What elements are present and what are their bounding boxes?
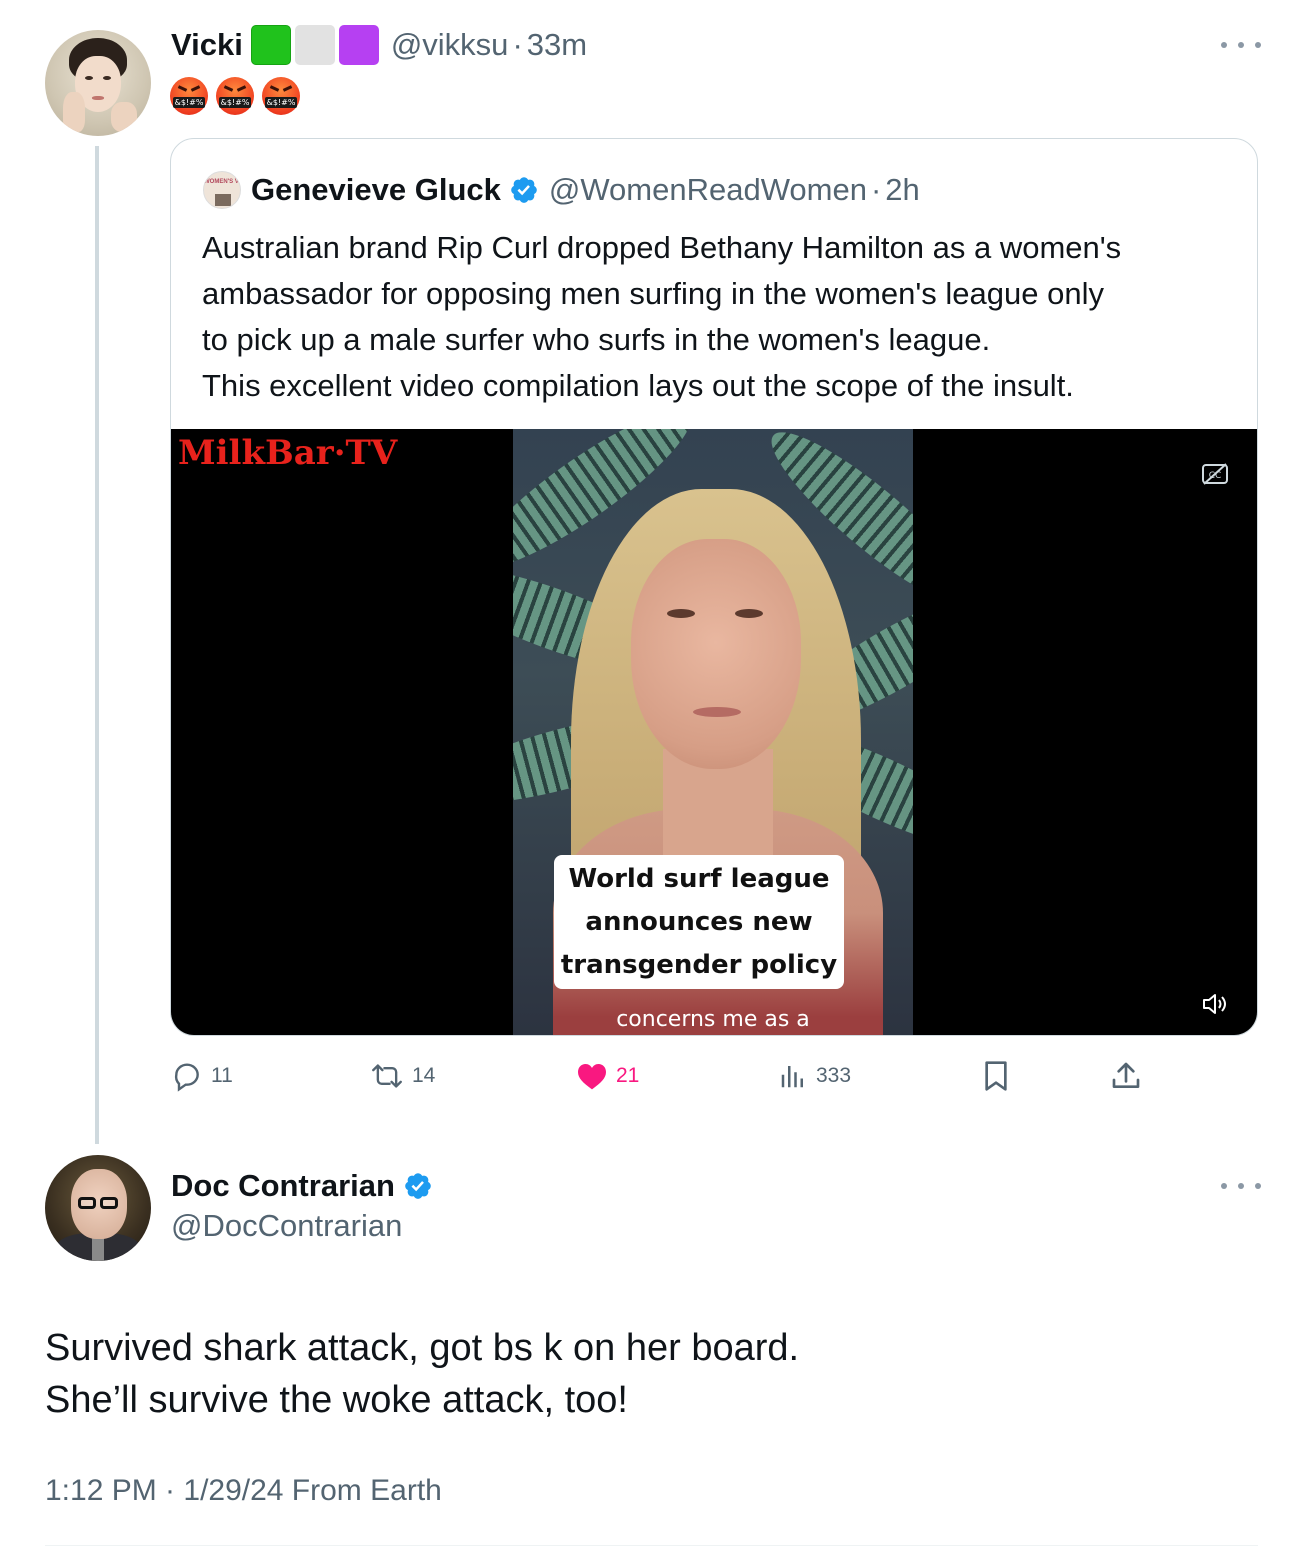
purple-square-emoji bbox=[338, 25, 379, 65]
tweet-timestamp-meta[interactable]: 1:12 PM · 1/29/24 From Earth bbox=[45, 1474, 442, 1508]
timestamp[interactable]: 33m bbox=[527, 27, 587, 63]
video-watermark: MilkBar·TV bbox=[178, 433, 398, 473]
angry-face-emoji: &$!#% bbox=[170, 77, 208, 115]
video-caption-box: World surf league announces new transgen… bbox=[554, 855, 844, 989]
avatar[interactable] bbox=[45, 1155, 151, 1261]
quoted-text-line: ambassador for opposing men surfing in t… bbox=[202, 276, 1104, 311]
display-name[interactable]: Doc Contrarian bbox=[171, 1168, 395, 1204]
quoted-timestamp[interactable]: 2h bbox=[885, 172, 919, 208]
quoted-text-line: This excellent video compilation lays ou… bbox=[202, 368, 1074, 403]
share-button[interactable] bbox=[1110, 1060, 1150, 1092]
like-count: 21 bbox=[616, 1064, 640, 1087]
volume-icon[interactable] bbox=[1201, 991, 1229, 1017]
user-handle[interactable]: @vikksu bbox=[391, 27, 509, 63]
views-chart-icon bbox=[781, 1066, 803, 1088]
view-count: 333 bbox=[816, 1064, 852, 1087]
repost-count: 14 bbox=[412, 1064, 436, 1087]
quoted-text-line: Australian brand Rip Curl dropped Bethan… bbox=[202, 230, 1122, 265]
quoted-user-handle[interactable]: @WomenReadWomen bbox=[549, 172, 867, 208]
share-icon bbox=[1112, 1062, 1140, 1088]
quoted-text-line: to pick up a male surfer who surfs in th… bbox=[202, 322, 991, 357]
quoted-avatar[interactable]: WOMEN'S VOICES bbox=[203, 171, 241, 209]
repost-icon bbox=[372, 1064, 402, 1088]
video-subtitle: concerns me as a bbox=[616, 1007, 810, 1032]
repost-button[interactable]: 14 bbox=[370, 1060, 435, 1092]
svg-text:CC: CC bbox=[1209, 471, 1222, 481]
tweet-text-line: Survived shark attack, got bs k on her b… bbox=[45, 1327, 800, 1369]
like-button[interactable]: 21 bbox=[576, 1060, 639, 1092]
reply-icon bbox=[174, 1063, 199, 1092]
video-caption-line: announces new bbox=[585, 906, 813, 937]
bookmark-button[interactable] bbox=[982, 1060, 1018, 1092]
bookmark-icon bbox=[985, 1061, 1007, 1091]
more-options-icon[interactable] bbox=[1221, 1176, 1261, 1196]
views-button[interactable]: 333 bbox=[778, 1060, 851, 1092]
tweet-header: Doc Contrarian bbox=[171, 1166, 433, 1206]
closed-captions-off-icon[interactable]: CC bbox=[1201, 462, 1229, 486]
reply-count: 11 bbox=[211, 1064, 233, 1087]
heart-icon bbox=[578, 1064, 606, 1090]
grey-square-emoji bbox=[294, 25, 335, 65]
divider bbox=[45, 1545, 1258, 1546]
avatar[interactable] bbox=[45, 30, 151, 136]
thread-connector-line bbox=[95, 146, 99, 1144]
angry-face-emoji: &$!#% bbox=[216, 77, 254, 115]
reply-button[interactable]: 11 bbox=[171, 1060, 233, 1092]
verified-badge-icon bbox=[405, 1173, 431, 1199]
green-square-emoji bbox=[250, 25, 291, 65]
video-caption-line: transgender policy bbox=[560, 949, 838, 980]
quoted-display-name[interactable]: Genevieve Gluck bbox=[251, 172, 501, 208]
more-options-icon[interactable] bbox=[1221, 35, 1261, 55]
separator-dot: · bbox=[870, 172, 882, 207]
quoted-tweet-text: Australian brand Rip Curl dropped Bethan… bbox=[202, 225, 1242, 409]
quoted-tweet-card[interactable]: WOMEN'S VOICES Genevieve Gluck @WomenRea… bbox=[170, 138, 1258, 1036]
video-player[interactable]: MilkBar·TV World surf league announces n… bbox=[171, 429, 1257, 1035]
quoted-tweet-header: WOMEN'S VOICES Genevieve Gluck @WomenRea… bbox=[203, 171, 920, 209]
user-handle[interactable]: @DocContrarian bbox=[171, 1208, 402, 1244]
separator-dot: · bbox=[512, 27, 523, 62]
tweet-text-line: She’ll survive the woke attack, too! bbox=[45, 1379, 628, 1421]
display-name[interactable]: Vicki bbox=[171, 27, 243, 63]
verified-badge-icon bbox=[511, 177, 537, 203]
angry-face-emoji: &$!#% bbox=[262, 77, 300, 115]
tweet-text: Survived shark attack, got bs k on her b… bbox=[45, 1322, 1245, 1426]
tweet-body-emoji: &$!#% &$!#% &$!#% bbox=[170, 77, 308, 115]
video-caption-line: World surf league bbox=[568, 863, 830, 894]
tweet-header: Vicki @vikksu · 33m bbox=[171, 25, 587, 65]
